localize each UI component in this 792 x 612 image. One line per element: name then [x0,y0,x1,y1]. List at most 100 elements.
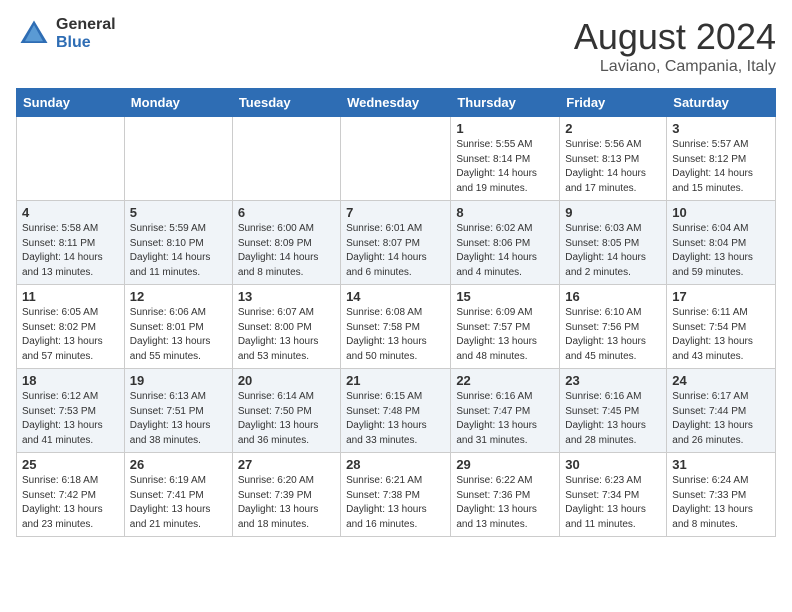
day-number: 2 [565,121,661,136]
calendar-header: SundayMondayTuesdayWednesdayThursdayFrid… [17,89,776,117]
calendar-cell: 16 Sunrise: 6:10 AM Sunset: 7:56 PM Dayli… [560,285,667,369]
day-number: 24 [672,373,770,388]
title-block: August 2024 Laviano, Campania, Italy [574,16,776,76]
day-info: Sunrise: 6:19 AM Sunset: 7:41 PM Dayligh… [130,474,227,532]
day-info: Sunrise: 6:02 AM Sunset: 8:06 PM Dayligh… [456,222,554,280]
calendar-body: 1 Sunrise: 5:55 AM Sunset: 8:14 PM Daylig… [17,117,776,537]
weekday-header-wednesday: Wednesday [341,89,451,117]
day-number: 22 [456,373,554,388]
calendar-cell: 6 Sunrise: 6:00 AM Sunset: 8:09 PM Daylig… [232,201,340,285]
day-info: Sunrise: 6:14 AM Sunset: 7:50 PM Dayligh… [238,390,335,448]
day-info: Sunrise: 6:09 AM Sunset: 7:57 PM Dayligh… [456,306,554,364]
calendar-cell: 26 Sunrise: 6:19 AM Sunset: 7:41 PM Dayli… [124,453,232,537]
day-number: 28 [346,457,445,472]
calendar-cell: 23 Sunrise: 6:16 AM Sunset: 7:45 PM Dayli… [560,369,667,453]
calendar-cell: 11 Sunrise: 6:05 AM Sunset: 8:02 PM Dayli… [17,285,125,369]
day-info: Sunrise: 6:13 AM Sunset: 7:51 PM Dayligh… [130,390,227,448]
calendar-week-row: 4 Sunrise: 5:58 AM Sunset: 8:11 PM Daylig… [17,201,776,285]
weekday-header-sunday: Sunday [17,89,125,117]
day-info: Sunrise: 6:03 AM Sunset: 8:05 PM Dayligh… [565,222,661,280]
day-number: 7 [346,205,445,220]
location-subtitle: Laviano, Campania, Italy [574,58,776,76]
day-number: 12 [130,289,227,304]
calendar-cell [124,117,232,201]
day-number: 9 [565,205,661,220]
day-info: Sunrise: 5:58 AM Sunset: 8:11 PM Dayligh… [22,222,119,280]
day-number: 4 [22,205,119,220]
day-number: 5 [130,205,227,220]
calendar-cell: 22 Sunrise: 6:16 AM Sunset: 7:47 PM Dayli… [451,369,560,453]
day-number: 10 [672,205,770,220]
day-number: 23 [565,373,661,388]
weekday-header-thursday: Thursday [451,89,560,117]
day-info: Sunrise: 6:16 AM Sunset: 7:45 PM Dayligh… [565,390,661,448]
calendar-cell: 12 Sunrise: 6:06 AM Sunset: 8:01 PM Dayli… [124,285,232,369]
calendar-cell: 14Sunrise: 6:08 AM Sunset: 7:58 PM Dayli… [341,285,451,369]
day-number: 18 [22,373,119,388]
day-number: 15 [456,289,554,304]
calendar-cell: 2Sunrise: 5:56 AM Sunset: 8:13 PM Daylig… [560,117,667,201]
logo: General Blue [16,16,116,52]
day-number: 27 [238,457,335,472]
day-info: Sunrise: 6:12 AM Sunset: 7:53 PM Dayligh… [22,390,119,448]
calendar-cell: 19 Sunrise: 6:13 AM Sunset: 7:51 PM Dayli… [124,369,232,453]
calendar-table: SundayMondayTuesdayWednesdayThursdayFrid… [16,88,776,537]
day-number: 25 [22,457,119,472]
day-info: Sunrise: 6:11 AM Sunset: 7:54 PM Dayligh… [672,306,770,364]
day-info: Sunrise: 6:24 AM Sunset: 7:33 PM Dayligh… [672,474,770,532]
weekday-header-tuesday: Tuesday [232,89,340,117]
calendar-cell: 4 Sunrise: 5:58 AM Sunset: 8:11 PM Daylig… [17,201,125,285]
calendar-week-row: 11 Sunrise: 6:05 AM Sunset: 8:02 PM Dayli… [17,285,776,369]
calendar-cell: 28Sunrise: 6:21 AM Sunset: 7:38 PM Dayli… [341,453,451,537]
calendar-cell [232,117,340,201]
logo-general-label: General [56,16,116,34]
logo-blue-label: Blue [56,34,116,52]
day-number: 13 [238,289,335,304]
day-info: Sunrise: 5:57 AM Sunset: 8:12 PM Dayligh… [672,138,770,196]
day-number: 20 [238,373,335,388]
day-info: Sunrise: 5:59 AM Sunset: 8:10 PM Dayligh… [130,222,227,280]
day-info: Sunrise: 5:55 AM Sunset: 8:14 PM Dayligh… [456,138,554,196]
calendar-cell: 1 Sunrise: 5:55 AM Sunset: 8:14 PM Daylig… [451,117,560,201]
day-info: Sunrise: 6:15 AM Sunset: 7:48 PM Dayligh… [346,390,445,448]
logo-icon [16,16,52,52]
day-number: 3 [672,121,770,136]
day-number: 11 [22,289,119,304]
day-info: Sunrise: 6:04 AM Sunset: 8:04 PM Dayligh… [672,222,770,280]
day-info: Sunrise: 6:00 AM Sunset: 8:09 PM Dayligh… [238,222,335,280]
calendar-cell: 30Sunrise: 6:23 AM Sunset: 7:34 PM Dayli… [560,453,667,537]
day-info: Sunrise: 6:23 AM Sunset: 7:34 PM Dayligh… [565,474,661,532]
day-number: 19 [130,373,227,388]
calendar-cell: 15 Sunrise: 6:09 AM Sunset: 7:57 PM Dayli… [451,285,560,369]
day-info: Sunrise: 6:16 AM Sunset: 7:47 PM Dayligh… [456,390,554,448]
calendar-cell: 5 Sunrise: 5:59 AM Sunset: 8:10 PM Daylig… [124,201,232,285]
month-year-title: August 2024 [574,16,776,58]
page-header: General Blue August 2024 Laviano, Campan… [16,16,776,76]
weekday-header-friday: Friday [560,89,667,117]
calendar-cell [341,117,451,201]
calendar-cell: 29Sunrise: 6:22 AM Sunset: 7:36 PM Dayli… [451,453,560,537]
day-info: Sunrise: 6:18 AM Sunset: 7:42 PM Dayligh… [22,474,119,532]
day-number: 26 [130,457,227,472]
calendar-cell: 10 Sunrise: 6:04 AM Sunset: 8:04 PM Dayli… [667,201,776,285]
calendar-cell: 18 Sunrise: 6:12 AM Sunset: 7:53 PM Dayli… [17,369,125,453]
day-info: Sunrise: 6:08 AM Sunset: 7:58 PM Dayligh… [346,306,445,364]
calendar-cell: 27 Sunrise: 6:20 AM Sunset: 7:39 PM Dayli… [232,453,340,537]
day-number: 1 [456,121,554,136]
day-info: Sunrise: 6:20 AM Sunset: 7:39 PM Dayligh… [238,474,335,532]
day-number: 17 [672,289,770,304]
calendar-cell: 17 Sunrise: 6:11 AM Sunset: 7:54 PM Dayli… [667,285,776,369]
day-number: 29 [456,457,554,472]
calendar-week-row: 1 Sunrise: 5:55 AM Sunset: 8:14 PM Daylig… [17,117,776,201]
weekday-header-monday: Monday [124,89,232,117]
day-number: 6 [238,205,335,220]
day-info: Sunrise: 6:10 AM Sunset: 7:56 PM Dayligh… [565,306,661,364]
calendar-cell: 7Sunrise: 6:01 AM Sunset: 8:07 PM Daylig… [341,201,451,285]
day-info: Sunrise: 6:06 AM Sunset: 8:01 PM Dayligh… [130,306,227,364]
calendar-cell: 31Sunrise: 6:24 AM Sunset: 7:33 PM Dayli… [667,453,776,537]
calendar-cell: 24Sunrise: 6:17 AM Sunset: 7:44 PM Dayli… [667,369,776,453]
day-number: 16 [565,289,661,304]
calendar-cell: 25 Sunrise: 6:18 AM Sunset: 7:42 PM Dayli… [17,453,125,537]
day-info: Sunrise: 6:05 AM Sunset: 8:02 PM Dayligh… [22,306,119,364]
day-number: 21 [346,373,445,388]
